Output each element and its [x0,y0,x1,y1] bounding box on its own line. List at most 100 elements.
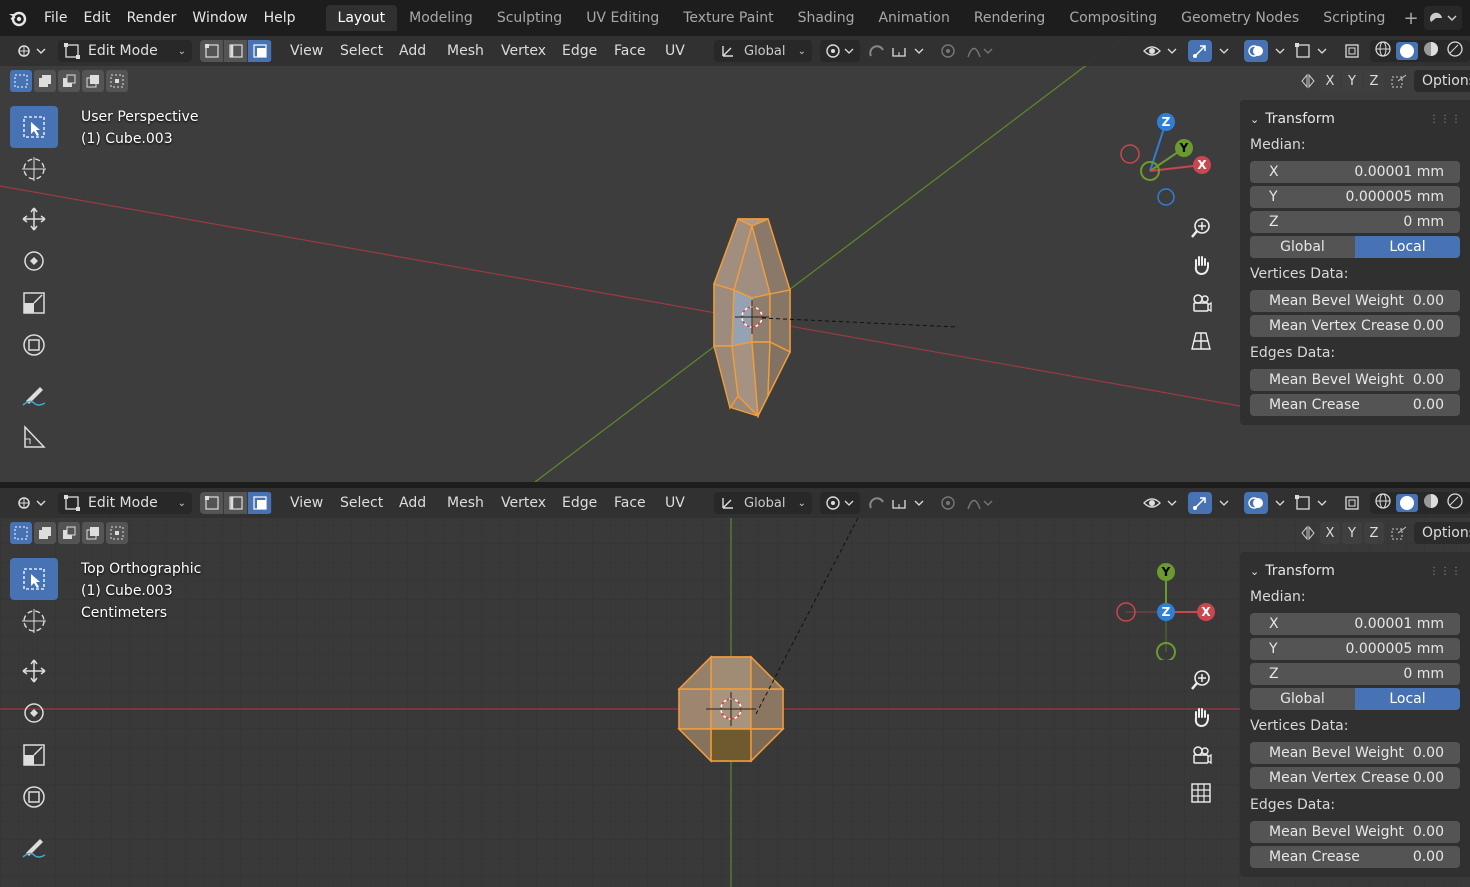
median-y-field[interactable]: Y 0.000005 mm [1250,638,1460,660]
tab-animation[interactable]: Animation [866,5,961,31]
median-y-field[interactable]: Y 0.000005 mm [1250,186,1460,208]
snap-icon[interactable] [864,40,930,62]
menu-add[interactable]: Add [399,488,426,518]
transform-tool-icon[interactable] [10,776,58,818]
mirror-y-button[interactable]: Y [1342,522,1362,544]
vertex-crease-field[interactable]: Mean Vertex Crease 0.00 [1250,767,1460,789]
select-new-icon[interactable] [10,522,32,544]
zoom-icon[interactable] [1184,663,1218,697]
rotate-tool-icon[interactable] [10,692,58,734]
global-button[interactable]: Global [1250,236,1355,258]
vertex-bevel-weight-field[interactable]: Mean Bevel Weight 0.00 [1250,290,1460,312]
tab-layout[interactable]: Layout [325,5,398,31]
add-workspace-icon[interactable]: + [1397,8,1424,29]
gizmo-toggle-icon[interactable] [1188,40,1212,62]
edge-bevel-weight-field[interactable]: Mean Bevel Weight 0.00 [1250,821,1460,843]
auto-merge-icon[interactable] [1386,70,1414,92]
edge-crease-field[interactable]: Mean Crease 0.00 [1250,394,1460,416]
pan-hand-icon[interactable] [1184,700,1218,734]
tab-uv-editing[interactable]: UV Editing [574,5,671,31]
select-extend-icon[interactable] [34,522,56,544]
scale-tool-icon[interactable] [10,282,58,324]
mesh-edit-overlay-icon[interactable] [1294,40,1334,62]
blender-logo-icon[interactable] [0,0,36,36]
xray-toggle-icon[interactable] [1340,492,1364,514]
cursor-tool-icon[interactable] [10,148,58,190]
visibility-icon[interactable] [1142,40,1182,62]
vertex-select-icon[interactable] [200,40,224,62]
gizmo-toggle-icon[interactable] [1188,492,1212,514]
editor-type-icon[interactable] [12,492,52,514]
mirror-z-button[interactable]: Z [1364,70,1384,92]
median-x-field[interactable]: X 0.00001 mm [1250,161,1460,183]
viewport-top-ortho[interactable]: Edit Mode ⌄ View Select Add Mesh Vertex … [0,488,1470,887]
mirror-x-button[interactable]: X [1320,70,1340,92]
edge-bevel-weight-field[interactable]: Mean Bevel Weight 0.00 [1250,369,1460,391]
tab-texture-paint[interactable]: Texture Paint [671,5,785,31]
mode-dropdown[interactable]: Edit Mode ⌄ [58,40,192,62]
select-intersect-icon[interactable] [106,70,128,92]
vertex-bevel-weight-field[interactable]: Mean Bevel Weight 0.00 [1250,742,1460,764]
menu-help[interactable]: Help [256,0,304,36]
menu-edge[interactable]: Edge [562,36,597,66]
wireframe-shading-icon[interactable] [1372,40,1394,62]
proportional-editing-icon[interactable] [936,40,996,62]
face-select-icon[interactable] [248,40,272,62]
mirror-z-button[interactable]: Z [1364,522,1384,544]
orientation-dropdown[interactable]: Global ⌄ [714,492,812,514]
perspective-toggle-icon[interactable] [1184,324,1218,358]
camera-view-icon[interactable] [1184,738,1218,772]
solid-shading-icon[interactable] [1396,42,1418,60]
tab-geometry-nodes[interactable]: Geometry Nodes [1169,5,1311,31]
local-button[interactable]: Local [1355,688,1460,710]
menu-edit[interactable]: Edit [75,0,118,36]
mirror-y-button[interactable]: Y [1342,70,1362,92]
pivot-point-icon[interactable] [820,40,860,62]
xray-toggle-icon[interactable] [1340,40,1364,62]
menu-select[interactable]: Select [340,36,383,66]
auto-merge-icon[interactable] [1386,522,1414,544]
vertex-select-icon[interactable] [200,492,224,514]
viewport-perspective[interactable]: Edit Mode ⌄ View Select Add Mesh Vertex … [0,36,1470,482]
tab-sculpting[interactable]: Sculpting [485,5,574,31]
mirror-x-button[interactable]: X [1320,522,1340,544]
menu-vertex[interactable]: Vertex [501,488,546,518]
drag-handle-icon[interactable]: ⋮⋮⋮ [1429,566,1462,577]
vertex-crease-field[interactable]: Mean Vertex Crease 0.00 [1250,315,1460,337]
pan-hand-icon[interactable] [1184,248,1218,282]
tab-shading[interactable]: Shading [786,5,867,31]
tab-rendering[interactable]: Rendering [962,5,1058,31]
mode-dropdown[interactable]: Edit Mode ⌄ [58,492,192,514]
menu-view[interactable]: View [290,488,323,518]
select-box-tool-icon[interactable] [10,558,58,600]
menu-mesh[interactable]: Mesh [447,36,484,66]
mesh-edit-overlay-icon[interactable] [1294,492,1334,514]
move-tool-icon[interactable] [10,650,58,692]
global-button[interactable]: Global [1250,688,1355,710]
snap-icon[interactable] [864,492,930,514]
rotate-tool-icon[interactable] [10,240,58,282]
camera-view-icon[interactable] [1184,286,1218,320]
menu-file[interactable]: File [36,0,75,36]
median-z-field[interactable]: Z 0 mm [1250,663,1460,685]
local-button[interactable]: Local [1355,236,1460,258]
visibility-icon[interactable] [1142,492,1182,514]
median-x-field[interactable]: X 0.00001 mm [1250,613,1460,635]
menu-select[interactable]: Select [340,488,383,518]
menu-edge[interactable]: Edge [562,488,597,518]
move-tool-icon[interactable] [10,198,58,240]
cursor-tool-icon[interactable] [10,600,58,642]
rendered-shading-icon[interactable] [1444,492,1466,514]
tab-compositing[interactable]: Compositing [1057,5,1169,31]
tab-modeling[interactable]: Modeling [397,5,485,31]
menu-window[interactable]: Window [184,0,255,36]
menu-mesh[interactable]: Mesh [447,488,484,518]
transform-tool-icon[interactable] [10,324,58,366]
menu-face[interactable]: Face [614,488,646,518]
drag-handle-icon[interactable]: ⋮⋮⋮ [1429,114,1462,125]
scale-tool-icon[interactable] [10,734,58,776]
select-subtract-icon[interactable] [58,70,80,92]
options-dropdown[interactable]: Options [1414,70,1470,92]
pivot-point-icon[interactable] [820,492,860,514]
material-shading-icon[interactable] [1420,492,1442,514]
